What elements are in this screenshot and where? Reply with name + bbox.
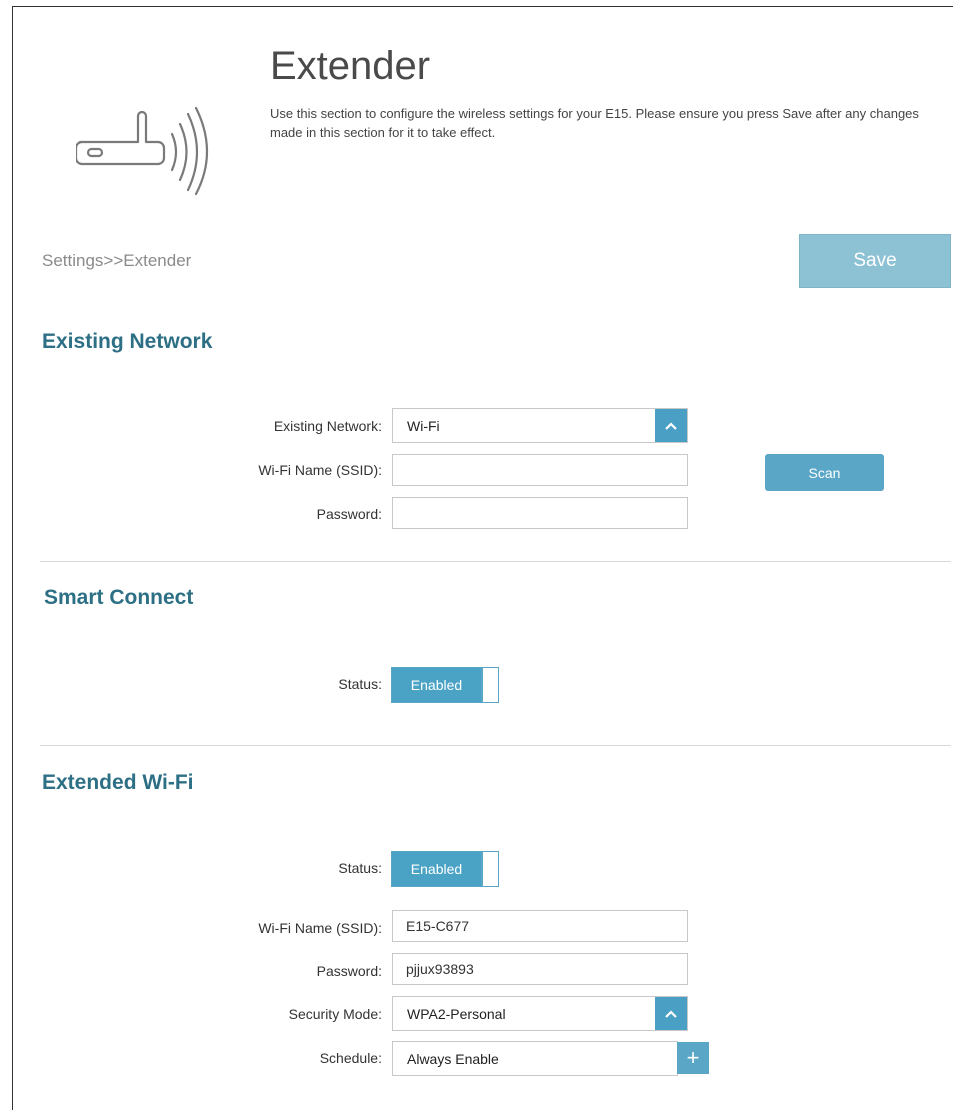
section-divider <box>40 561 951 562</box>
existing-network-select[interactable]: Wi-Fi <box>392 408 688 443</box>
toggle-state-label: Enabled <box>392 668 481 702</box>
schedule-select[interactable]: Always Enable <box>392 1041 678 1076</box>
schedule-value: Always Enable <box>407 1050 499 1067</box>
extended-ssid-input[interactable] <box>392 910 688 942</box>
section-title-smart-connect: Smart Connect <box>44 586 194 609</box>
toggle-state-label: Enabled <box>392 852 481 886</box>
security-mode-select[interactable]: WPA2-Personal <box>392 996 688 1031</box>
extended-password-label: Password: <box>316 963 382 979</box>
plus-icon[interactable]: + <box>677 1042 709 1074</box>
scan-button[interactable]: Scan <box>765 454 884 491</box>
existing-password-input[interactable] <box>392 497 688 529</box>
toggle-knob <box>481 852 498 886</box>
existing-ssid-label: Wi-Fi Name (SSID): <box>258 462 382 478</box>
existing-network-label: Existing Network: <box>273 418 382 434</box>
save-button[interactable]: Save <box>799 234 951 288</box>
extender-wifi-icon <box>76 106 209 196</box>
page-title: Extender <box>270 44 431 88</box>
existing-password-label: Password: <box>316 506 382 522</box>
page-description: Use this section to configure the wirele… <box>270 106 919 140</box>
chevron-up-icon[interactable] <box>655 997 687 1030</box>
security-mode-value: WPA2-Personal <box>407 1005 506 1022</box>
extended-wifi-toggle[interactable]: Enabled <box>391 851 499 887</box>
existing-network-value: Wi-Fi <box>407 417 440 434</box>
existing-ssid-input[interactable] <box>392 454 688 486</box>
breadcrumb[interactable]: Settings>>Extender <box>42 251 191 271</box>
chevron-up-icon[interactable] <box>655 409 687 442</box>
extended-password-input[interactable] <box>392 953 688 985</box>
smart-connect-status-label: Status: <box>338 676 382 692</box>
section-title-extended-wifi: Extended Wi-Fi <box>42 771 194 794</box>
security-mode-label: Security Mode: <box>288 1006 382 1022</box>
section-divider <box>40 745 951 746</box>
extended-status-label: Status: <box>338 860 382 876</box>
toggle-knob <box>481 668 498 702</box>
section-title-existing-network: Existing Network <box>42 330 213 353</box>
smart-connect-toggle[interactable]: Enabled <box>391 667 499 703</box>
extended-ssid-label: Wi-Fi Name (SSID): <box>258 920 382 936</box>
schedule-label: Schedule: <box>319 1050 382 1066</box>
